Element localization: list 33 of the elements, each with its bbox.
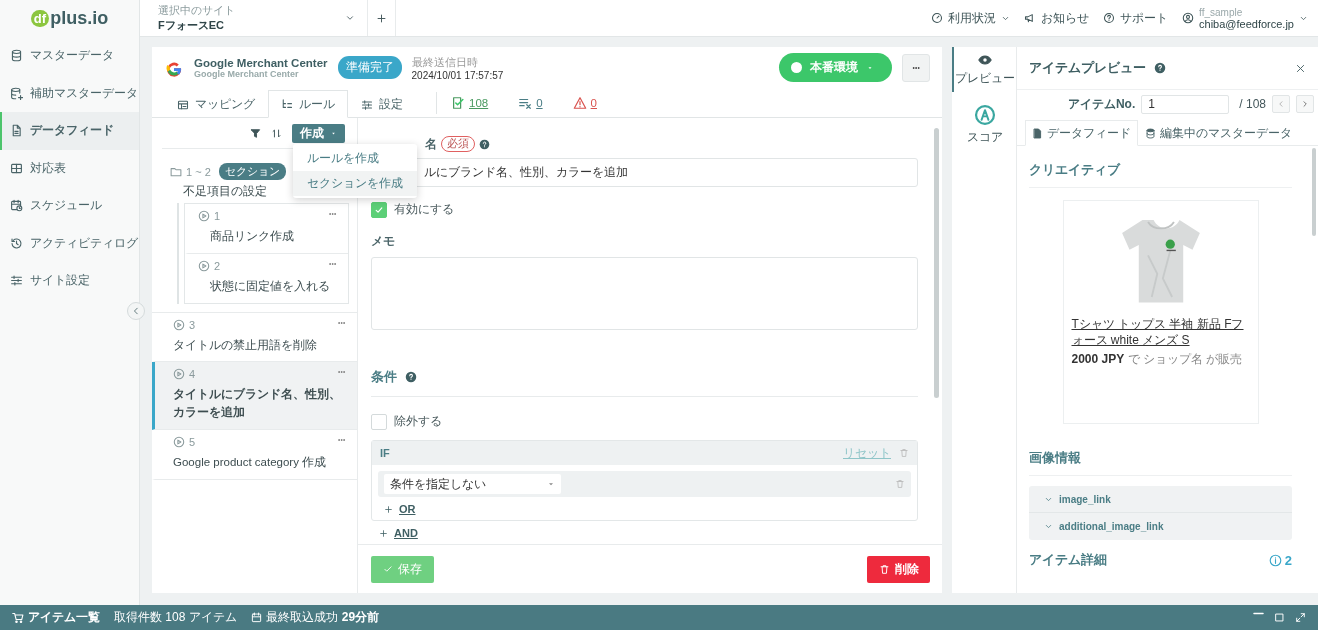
section-range: 1 ~ 2	[186, 165, 211, 178]
item-count-text: 取得件数 108 アイテム	[114, 609, 237, 626]
feed-subtitle: Google Merchant Center	[194, 68, 300, 79]
rule-number: 2	[214, 259, 221, 272]
status-badge: 準備完了	[337, 56, 402, 79]
rule-number: 3	[189, 318, 196, 331]
rule-number: 5	[189, 436, 196, 449]
last-sent-label: 最終送信日時	[411, 54, 479, 70]
conditions-heading: 条件	[371, 368, 397, 386]
last-import-label: 最終取込成功	[265, 609, 338, 626]
last-sent-time: 2024/10/01 17:57:57	[411, 69, 504, 81]
preview-title: アイテムプレビュー	[1029, 59, 1146, 77]
field-label: 名	[425, 136, 437, 152]
rule-title: 商品リンク作成	[210, 229, 295, 244]
feed-title: Google Merchant Center	[194, 56, 328, 69]
item-number-label: アイテムNo.	[1067, 95, 1136, 113]
rule-title: Google product category 作成	[173, 455, 328, 471]
rule-title: 状態に固定値を入れる	[210, 278, 331, 294]
rule-number: 4	[189, 368, 196, 381]
last-import-time: 29分前	[341, 609, 380, 626]
if-label: IF	[380, 447, 390, 459]
item-total: / 108	[1239, 97, 1266, 111]
rule-title: タイトルの禁止用語を削除	[173, 337, 318, 353]
memo-label: メモ	[371, 234, 396, 249]
section-badge: セクション	[218, 163, 286, 180]
info-count: 2	[1268, 553, 1292, 568]
rule-title: タイトルにブランド名、性別、カラーを追加	[173, 387, 342, 421]
creative-heading: クリエイティブ	[1029, 146, 1292, 188]
price-text: 2000 JPY で ショップ名 が販売	[1071, 351, 1244, 369]
image-info-heading: 画像情報	[1029, 424, 1292, 476]
item-details-heading: アイテム詳細	[1029, 552, 1107, 569]
section-title: 不足項目の設定	[183, 184, 267, 199]
rule-number: 1	[214, 210, 221, 222]
